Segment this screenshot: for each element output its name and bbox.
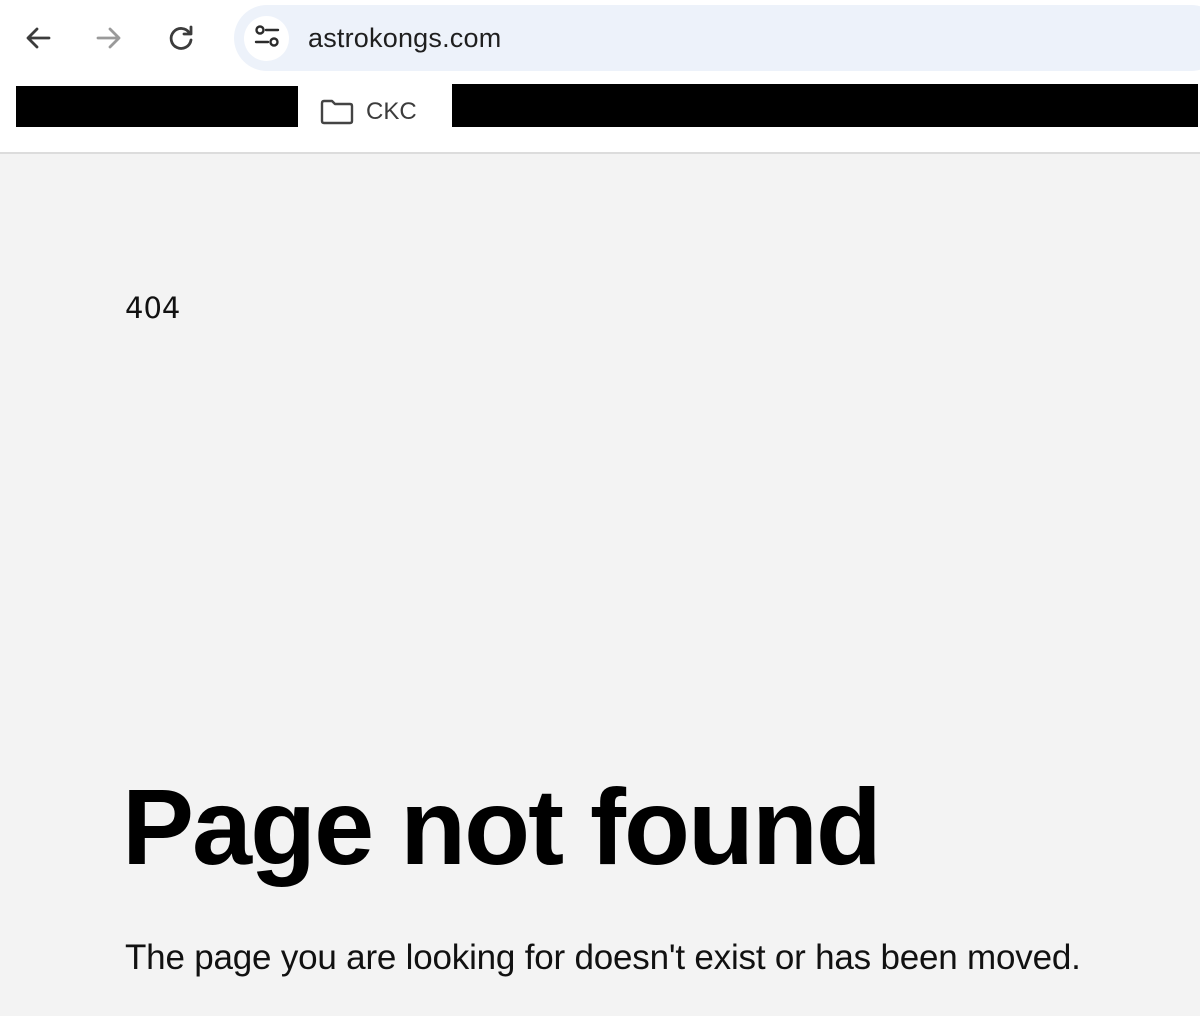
error-code: 404 — [125, 291, 181, 325]
site-info-button[interactable] — [244, 16, 289, 61]
error-message: The page you are looking for doesn't exi… — [125, 938, 1081, 977]
tune-icon — [253, 22, 281, 55]
arrow-left-icon — [24, 24, 52, 52]
page-content: 404 Page not found The page you are look… — [0, 154, 1200, 1016]
arrow-right-icon — [95, 24, 123, 52]
redacted-bookmarks — [452, 84, 1198, 127]
back-button[interactable] — [16, 16, 60, 60]
reload-icon — [167, 24, 195, 52]
bookmark-folder-label: CKC — [366, 98, 417, 125]
bookmarks-bar: CKC — [0, 78, 1200, 154]
page-title: Page not found — [122, 766, 882, 887]
reload-button[interactable] — [159, 16, 203, 60]
browser-toolbar: astrokongs.com — [0, 0, 1200, 78]
redacted-bookmark — [16, 86, 298, 127]
forward-button[interactable] — [87, 16, 131, 60]
bookmark-folder-ckc[interactable]: CKC — [314, 90, 423, 134]
folder-icon — [320, 99, 366, 125]
address-bar[interactable]: astrokongs.com — [234, 5, 1200, 71]
url-text[interactable]: astrokongs.com — [308, 23, 501, 54]
